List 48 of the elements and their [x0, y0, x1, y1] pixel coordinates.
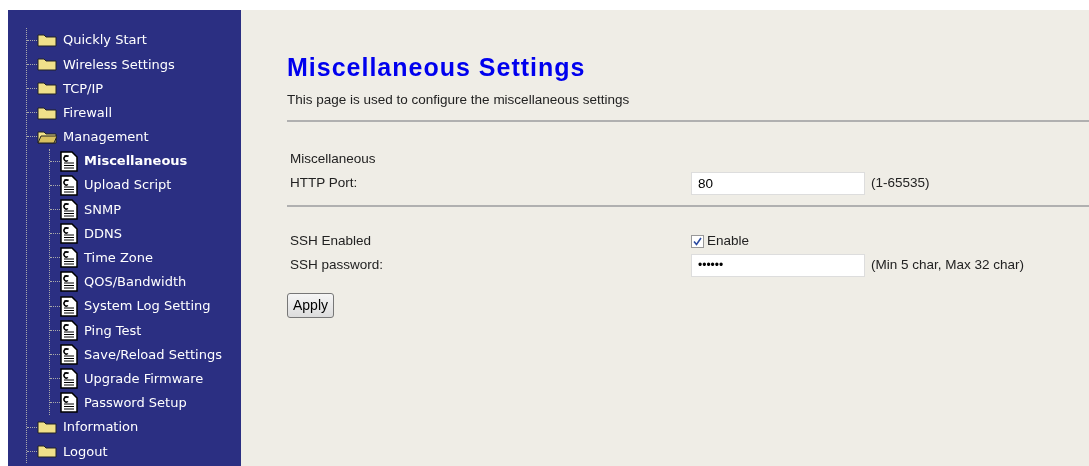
document-icon	[60, 247, 78, 269]
nav-link[interactable]: Information	[63, 417, 139, 437]
input-field[interactable]: 80	[691, 171, 865, 195]
folder-icon	[37, 444, 57, 459]
folder-icon	[37, 105, 57, 120]
document-icon	[60, 174, 78, 196]
nav-link[interactable]: System Log Setting	[84, 296, 211, 316]
nav-link[interactable]: DDNS	[84, 223, 122, 244]
folder-icon	[37, 33, 57, 48]
document-icon	[60, 368, 78, 390]
nav-link[interactable]: Wireless Settings	[63, 54, 175, 75]
document-icon	[60, 198, 78, 220]
document-icon	[60, 392, 78, 414]
document-icon	[60, 319, 78, 341]
nav-link[interactable]: Upgrade Firmware	[84, 368, 204, 389]
nav-link[interactable]: Firewall	[63, 102, 113, 123]
folder-icon	[37, 420, 57, 435]
apply-button[interactable]: Apply	[287, 293, 335, 319]
nav-link[interactable]: Quickly Start	[63, 30, 147, 50]
nav-link[interactable]: Save/Reload Settings	[84, 344, 222, 365]
document-icon	[60, 295, 78, 317]
nav-link[interactable]: TCP/IP	[63, 78, 104, 99]
document-icon	[60, 223, 78, 245]
field-label: HTTP Port:	[289, 174, 359, 193]
nav-link[interactable]: Time Zone	[84, 248, 154, 268]
page-title: Miscellaneous Settings	[287, 52, 587, 82]
field-label: SSH password:	[289, 256, 385, 275]
field-hint: (Min 5 char, Max 32 char)	[871, 256, 1025, 275]
section-heading: Miscellaneous	[289, 150, 377, 169]
nav-link[interactable]: Logout	[63, 441, 108, 462]
field-label: SSH Enabled	[289, 232, 373, 251]
nav-link[interactable]: Management	[63, 127, 149, 147]
nav-link[interactable]: Ping Test	[84, 320, 142, 341]
page-description: This page is used to configure the miscellaneous settings	[287, 91, 631, 109]
field-hint: (1-65535)	[871, 174, 930, 193]
document-icon	[60, 271, 78, 293]
password-field[interactable]: ••••••	[691, 253, 865, 277]
nav-link[interactable]: QOS/Bandwidth	[84, 272, 187, 292]
nav-link[interactable]: Upload Script	[84, 175, 172, 195]
nav-link[interactable]: Password Setup	[84, 393, 187, 413]
checkbox[interactable]	[691, 234, 704, 248]
nav-link[interactable]: Miscellaneous	[84, 151, 188, 171]
nav-link[interactable]: SNMP	[84, 199, 122, 220]
folder-icon	[37, 57, 57, 72]
document-icon	[60, 150, 78, 172]
checkbox-label: Enable	[707, 232, 750, 251]
document-icon	[60, 344, 78, 366]
folder-icon	[37, 81, 57, 96]
